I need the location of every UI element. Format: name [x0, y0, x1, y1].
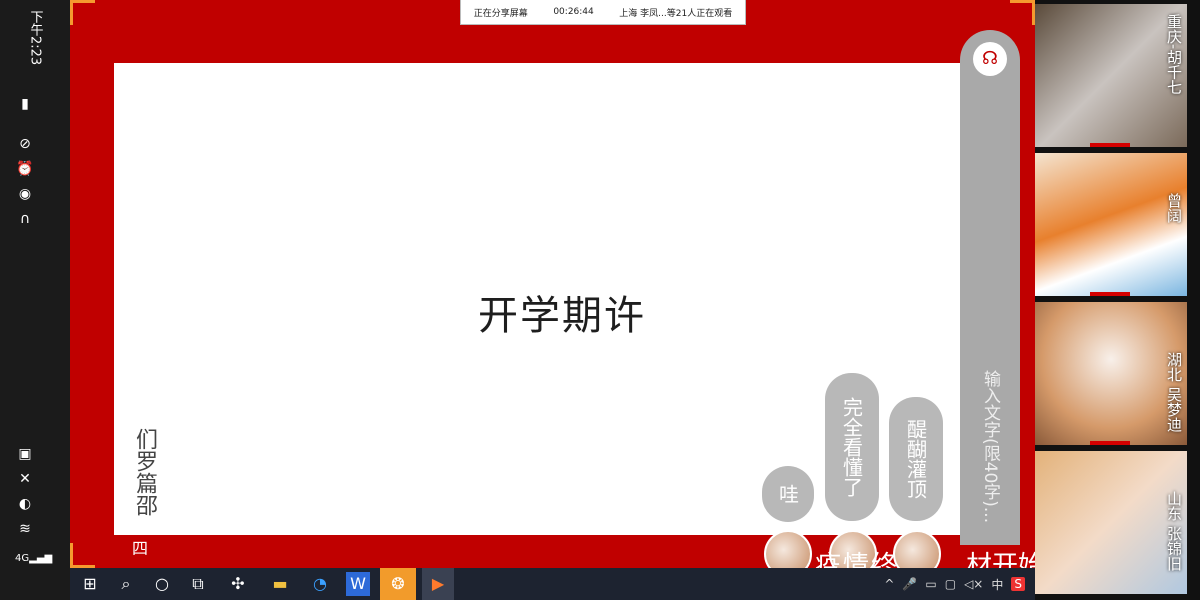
- browser-icon[interactable]: ◔: [308, 572, 332, 596]
- comment-bubble: 完全看懂了: [825, 373, 879, 521]
- share-duration: 00:26:44: [553, 7, 594, 17]
- participant-name: 山东 张锦旧: [1165, 491, 1183, 571]
- chat-panel: ☊ 输入文字(限40字)...: [960, 30, 1020, 545]
- participant-name: 曾阔: [1165, 193, 1183, 223]
- slide-title: 开学期许: [478, 293, 646, 339]
- network-icon[interactable]: ▭: [925, 577, 936, 591]
- sharing-label: 正在分享屏幕: [473, 8, 528, 19]
- comment-bubble: 哇: [762, 466, 814, 522]
- tile-indicator: [1090, 441, 1130, 445]
- participants-column: 重庆-胡千七 曾阔 湖北 吴梦迪 山东 张锦旧: [1035, 0, 1200, 600]
- participant-tile[interactable]: 湖北 吴梦迪: [1035, 302, 1187, 445]
- participant-tile[interactable]: 重庆-胡千七: [1035, 4, 1187, 147]
- status-time: 下午2:23: [27, 10, 43, 66]
- frame-corner: [1010, 0, 1035, 25]
- nfc-icon: ▣: [18, 446, 32, 462]
- windows-taskbar: ⊞ ⌕ ○ ⧉ ✣ ▬ ◔ W ❂ ▶ ^ 🎤 ▭ ▢ ◁× 中 S: [70, 568, 1035, 600]
- microphone-icon[interactable]: 🎤: [902, 577, 917, 591]
- headphone-icon[interactable]: ☊: [973, 42, 1007, 76]
- comment-bubble: 醍醐灌顶: [889, 397, 943, 521]
- task-view-icon[interactable]: ⧉: [186, 572, 210, 596]
- file-explorer-icon[interactable]: ▬: [268, 572, 292, 596]
- sogou-ime-icon[interactable]: S: [1011, 577, 1025, 591]
- windows-start-icon[interactable]: ⊞: [78, 572, 102, 596]
- participant-tile[interactable]: 山东 张锦旧: [1035, 451, 1187, 594]
- participant-tile[interactable]: 曾阔: [1035, 153, 1187, 296]
- cortana-icon[interactable]: ○: [150, 572, 174, 596]
- network-type: 4G: [15, 553, 30, 564]
- wifi-icon: ≋: [19, 521, 31, 537]
- tile-indicator: [1090, 292, 1130, 296]
- comment-text: 醍醐灌顶: [903, 419, 928, 499]
- wps-icon[interactable]: W: [346, 572, 370, 596]
- eye-icon: ◉: [18, 186, 32, 202]
- signal-icon: 4G▂▄▆: [15, 553, 53, 564]
- viewer-count: 上海 李凤...等21人正在观看: [619, 8, 733, 19]
- chevron-up-icon[interactable]: ^: [884, 577, 894, 591]
- battery-icon: ▮: [21, 96, 29, 112]
- frame-corner: [70, 0, 95, 25]
- alarm-icon: ⏰: [16, 161, 34, 177]
- comment-text: 哇: [775, 484, 800, 504]
- comment-text: 完全看懂了: [839, 397, 864, 497]
- bluetooth-icon: ✕: [19, 471, 31, 487]
- fan-app-icon[interactable]: ✣: [226, 572, 250, 596]
- ime-indicator[interactable]: 中: [991, 576, 1003, 593]
- monitor-icon[interactable]: ▢: [945, 577, 956, 591]
- phone-status-bar: 下午2:23 ▮ ⊘ ⏰ ◉ ∩ ▣ ✕ ◐ ≋ 4G▂▄▆: [0, 0, 70, 600]
- search-icon[interactable]: ⌕: [114, 572, 138, 596]
- screen-share-banner[interactable]: 正在分享屏幕 00:26:44 上海 李凤...等21人正在观看: [460, 0, 746, 25]
- frame-corner: [70, 543, 95, 568]
- headset-icon: ∩: [19, 211, 31, 227]
- mute-icon: ⊘: [19, 136, 31, 152]
- chat-input[interactable]: 输入文字(限40字)...: [978, 370, 1003, 523]
- media-player-icon[interactable]: ▶: [422, 568, 454, 600]
- volume-icon[interactable]: ◁×: [964, 577, 983, 591]
- tile-indicator: [1090, 143, 1130, 147]
- corner-glyph: 四: [129, 540, 148, 556]
- app-icon: ◐: [18, 496, 32, 512]
- participant-name: 湖北 吴梦迪: [1165, 352, 1183, 432]
- system-tray: ^ 🎤 ▭ ▢ ◁× 中 S: [884, 568, 1035, 600]
- chrome-icon[interactable]: ❂: [380, 568, 416, 600]
- shared-screen: 正在分享屏幕 00:26:44 上海 李凤...等21人正在观看 开学期许 们罗…: [70, 0, 1035, 600]
- participant-name: 重庆-胡千七: [1165, 14, 1183, 95]
- slide-side-text: 们罗篇邵: [132, 428, 157, 516]
